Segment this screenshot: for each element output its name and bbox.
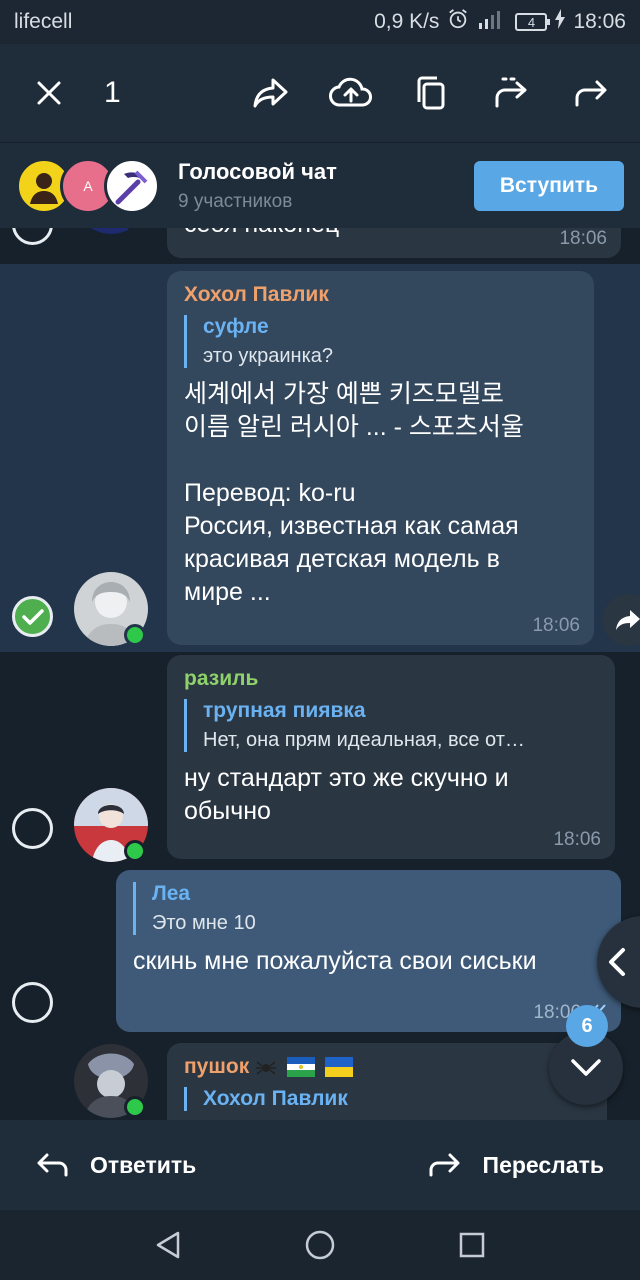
online-indicator <box>124 624 146 646</box>
status-bar: lifecell 0,9 K/s 4 18:06 <box>0 0 640 44</box>
voice-chat-info: Голосовой чат 9 участников <box>178 159 474 213</box>
message-time: 18:06 <box>553 829 601 850</box>
reply-quote[interactable]: Хохол Павлик <box>184 1087 591 1111</box>
voice-chat-title: Голосовой чат <box>178 158 337 184</box>
share-icon <box>253 78 288 108</box>
save-to-cloud-button[interactable] <box>324 66 378 120</box>
sender-name: разиль <box>184 667 259 690</box>
avatar <box>104 157 160 214</box>
message-text: скинь мне пожалуйста свои сиськи <box>133 947 537 975</box>
pickaxe-icon <box>115 170 148 204</box>
charging-icon <box>555 9 566 35</box>
reply-icon <box>37 1153 68 1177</box>
selection-action-bar: 1 <box>0 44 640 142</box>
join-voice-chat-button[interactable]: Вступить <box>473 160 624 211</box>
avatar-letter: A <box>83 177 93 194</box>
reply-button[interactable]: Ответить <box>36 1152 196 1179</box>
system-navigation-bar <box>0 1210 640 1280</box>
sender-name: пушок <box>184 1055 591 1079</box>
message-bubble[interactable]: Хохол Павлик суфле это украинка? 세계에서 가장… <box>167 271 594 645</box>
online-indicator <box>124 1096 146 1118</box>
reply-quote[interactable]: Леа Это мне 10 <box>133 882 605 935</box>
message-row[interactable]: пушок Хохол Павлик <box>0 1040 640 1120</box>
forward-icon <box>429 1153 460 1177</box>
forward-button[interactable] <box>564 66 618 120</box>
battery-level: 4 <box>527 14 536 30</box>
person-icon <box>30 172 58 204</box>
recents-square-icon <box>459 1232 485 1258</box>
quick-share-button[interactable] <box>602 594 640 646</box>
bashkortostan-flag-icon <box>286 1057 315 1078</box>
forward-label: Переслать <box>482 1151 604 1178</box>
selection-actions <box>244 66 618 120</box>
reply-text: Это мне 10 <box>152 912 256 934</box>
voice-chat-bar[interactable]: A Голосовой чат 9 участников Вступить <box>0 142 640 228</box>
message-row-selected[interactable]: Хохол Павлик суфле это украинка? 세계에서 가장… <box>0 264 640 652</box>
copy-button[interactable] <box>404 66 458 120</box>
message-bubble[interactable]: себя наконец 18:06 <box>167 228 621 258</box>
chat-messages[interactable]: себя наконец 18:06 Хохол Павлик суфле эт… <box>0 228 640 1120</box>
network-speed: 0,9 K/s <box>374 10 440 33</box>
nav-home-button[interactable] <box>298 1223 342 1267</box>
voice-chat-avatars: A <box>16 156 166 216</box>
selection-bottom-bar: Ответить Переслать <box>0 1120 640 1210</box>
reply-label: Ответить <box>90 1151 197 1178</box>
battery-icon: 4 <box>515 13 551 31</box>
sender-name-text: пушок <box>184 1055 250 1078</box>
share-icon <box>616 610 640 630</box>
message-row[interactable]: Леа Это мне 10 скинь мне пожалуйста свои… <box>0 868 640 1040</box>
forward-without-author-button[interactable] <box>484 66 538 120</box>
reply-text: Нет, она прям идеальная, все от… <box>203 729 525 751</box>
reply-author: трупная пиявка <box>203 699 366 722</box>
chevron-left-icon <box>609 948 625 976</box>
select-checkbox[interactable] <box>12 228 53 245</box>
forward-button[interactable]: Переслать <box>429 1152 604 1179</box>
nav-back-button[interactable] <box>146 1223 190 1267</box>
chevron-down-icon <box>571 1059 601 1076</box>
nav-recents-button[interactable] <box>450 1223 494 1267</box>
close-icon <box>37 81 61 105</box>
message-bubble[interactable]: разиль трупная пиявка Нет, она прям идеа… <box>167 655 615 859</box>
message-row[interactable]: себя наконец 18:06 <box>0 228 640 266</box>
message-text: 세계에서 가장 예쁜 키즈모델로 이름 알린 러시아 ... - 스포츠서울 П… <box>184 380 524 606</box>
clock: 18:06 <box>573 10 626 33</box>
voice-chat-participants: 9 участников <box>178 190 293 212</box>
selected-count: 1 <box>104 76 121 109</box>
copy-icon <box>417 76 445 110</box>
select-checkbox[interactable] <box>12 982 53 1023</box>
reply-quote[interactable]: суфле это украинка? <box>184 315 578 368</box>
reply-author: суфле <box>203 315 269 338</box>
alarm-icon <box>447 8 469 36</box>
select-checkbox[interactable] <box>12 808 53 849</box>
spider-emoji-icon <box>256 1061 277 1076</box>
close-selection-button[interactable] <box>22 66 76 120</box>
ukraine-flag-icon <box>324 1057 353 1078</box>
forward-dashed-icon <box>495 77 527 108</box>
message-bubble-outgoing[interactable]: Леа Это мне 10 скинь мне пожалуйста свои… <box>116 870 621 1032</box>
reply-text: это украинка? <box>203 345 334 367</box>
reply-author: Леа <box>152 882 191 905</box>
checkmark-icon <box>21 608 44 625</box>
unread-count-badge: 6 <box>566 1005 608 1047</box>
share-button[interactable] <box>244 66 298 120</box>
select-checkbox-checked[interactable] <box>12 596 53 637</box>
home-circle-icon <box>305 1230 335 1260</box>
cloud-upload-icon <box>329 77 372 107</box>
online-indicator <box>124 840 146 862</box>
message-row[interactable]: разиль трупная пиявка Нет, она прям идеа… <box>0 652 640 868</box>
message-text: ну стандарт это же скучно и обычно <box>184 764 509 825</box>
message-time: 18:06 <box>532 615 580 636</box>
sender-name: Хохол Павлик <box>184 283 329 306</box>
message-time: 18:06 <box>559 228 607 249</box>
signal-icon <box>477 9 507 35</box>
reply-quote[interactable]: трупная пиявка Нет, она прям идеальная, … <box>184 699 599 752</box>
status-icons: 0,9 K/s 4 18:06 <box>374 8 626 36</box>
carrier-name: lifecell <box>14 10 73 33</box>
forward-icon <box>575 80 607 107</box>
back-triangle-icon <box>156 1231 180 1259</box>
reply-author: Хохол Павлик <box>203 1087 348 1110</box>
message-bubble[interactable]: пушок Хохол Павлик <box>167 1043 607 1120</box>
message-text: себя наконец <box>184 228 339 241</box>
